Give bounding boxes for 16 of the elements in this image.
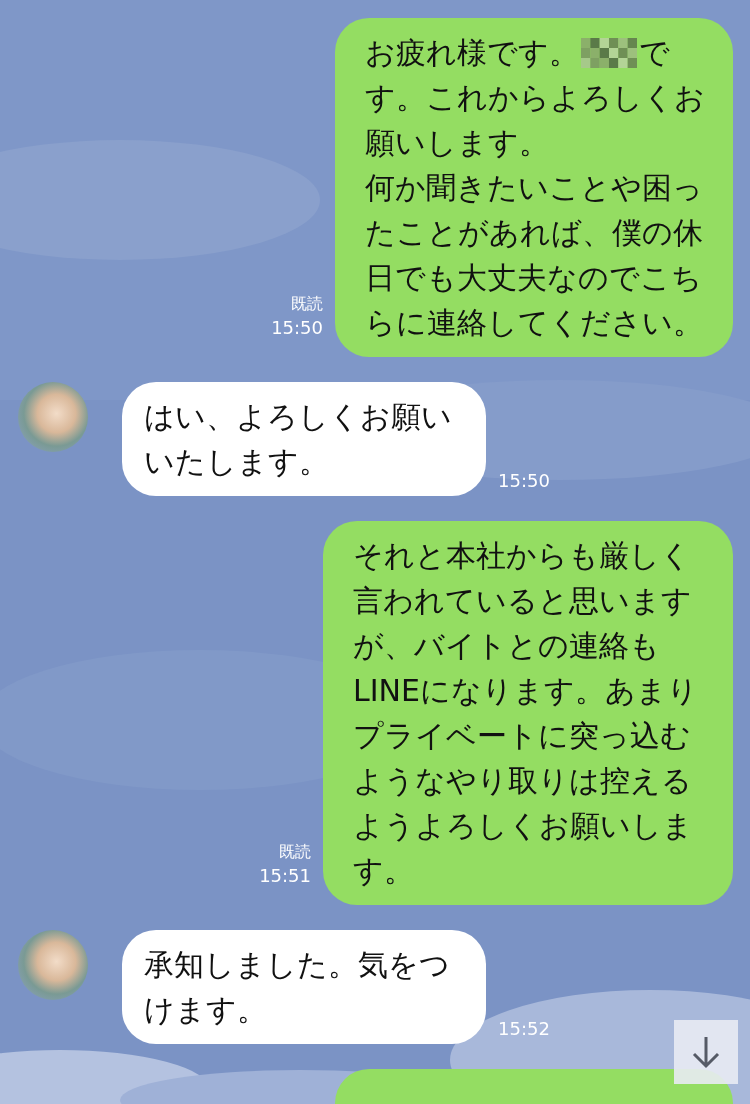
message-text: で [639, 34, 670, 72]
timestamp: 15:52 [498, 1017, 550, 1041]
mosaic-redaction [581, 37, 637, 68]
timestamp: 15:50 [271, 316, 323, 340]
message-text: す。これからよろしくお願いします。 [365, 79, 705, 162]
message-text: それと本社からも厳しく言われていると思いますが、バイトとの連絡もLINEになります。あまりプライベートに突っ込むようなやり取りは控えるようよろしくお願いします。 [353, 537, 699, 890]
timestamp: 15:51 [259, 864, 311, 888]
message-text: 承知しました。気をつけます。 [144, 946, 451, 1029]
arrow-down-icon [691, 1035, 721, 1069]
read-receipt: 既読 [279, 841, 311, 863]
read-receipt: 既読 [291, 293, 323, 315]
message-text: はい、よろしくお願いいたします。 [144, 398, 453, 481]
message-text: 何か聞きたいことや困ったことがあれば、僕の休日でも大丈夫なのでこちらに連絡してください。 [365, 169, 704, 342]
timestamp: 15:50 [498, 469, 550, 493]
message-text: お疲れ様です。 [365, 34, 579, 72]
scroll-down-button[interactable] [674, 1020, 738, 1084]
